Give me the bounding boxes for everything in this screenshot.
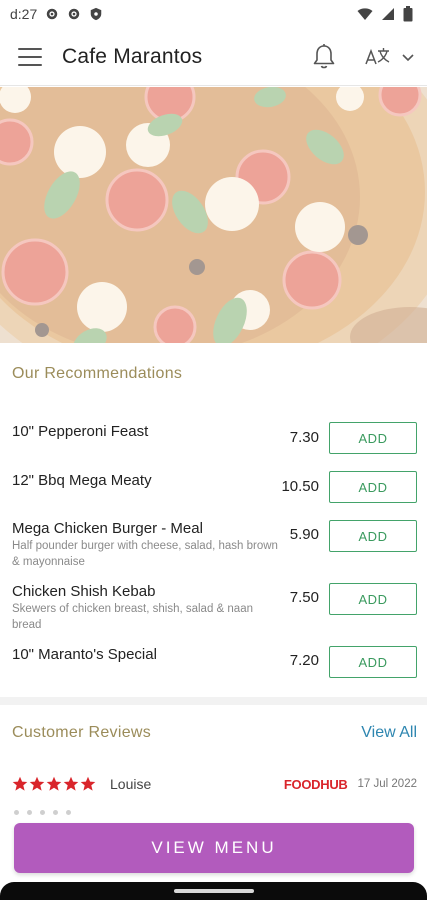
add-button[interactable]: ADD [329,583,417,615]
menu-icon[interactable] [18,47,42,66]
battery-icon [403,6,413,22]
pizza-illustration [0,87,427,343]
foodhub-logo: FOODHUB [283,776,348,792]
item-price: 10.50 [281,478,319,495]
app-title: Cafe Marantos [62,44,203,68]
item-price: 7.20 [289,652,319,669]
system-nav-bar [0,882,427,900]
item-name: Mega Chicken Burger - Meal [12,520,203,537]
star-icon [80,776,96,791]
item-name: Chicken Shish Kebab [12,583,156,600]
chevron-down-icon[interactable] [401,50,415,64]
status-right [357,6,413,22]
item-price: 7.50 [289,589,319,606]
add-button[interactable]: ADD [329,422,417,454]
reviews-title: Customer Reviews [12,724,152,741]
section-divider [0,697,427,705]
view-all-link[interactable]: View All [361,724,417,742]
star-icon [12,776,28,791]
star-icon [46,776,62,791]
item-description: Half pounder burger with cheese, salad, … [12,540,278,568]
add-button[interactable]: ADD [329,471,417,503]
item-name: 10" Maranto's Special [12,646,157,663]
item-description: Skewers of chicken breast, shish, salad … [12,603,253,631]
signal-icon [382,8,394,20]
view-menu-button[interactable]: VIEW MENU [14,823,414,873]
review-item: Louise FOODHUB 17 Jul 2022 [12,772,417,796]
item-price: 5.90 [289,526,319,543]
add-button[interactable]: ADD [329,520,417,552]
reviewer-name: Louise [110,776,152,792]
status-time: d:27 [10,6,38,22]
app-bar-actions [311,43,415,71]
home-gesture-handle[interactable] [174,889,254,893]
next-review-stars [14,810,71,815]
star-icon [63,776,79,791]
item-name: 12" Bbq Mega Meaty [12,472,152,489]
settings-status-icon-2 [69,8,80,20]
item-price: 7.30 [289,429,319,446]
add-button[interactable]: ADD [329,646,417,678]
rating-stars [12,776,96,792]
status-bar: d:27 [0,0,427,28]
language-icon[interactable] [363,45,391,69]
star-icon [29,776,45,791]
hero-pizza-image [0,87,427,343]
settings-status-icon [47,8,58,20]
recommendations-title: Our Recommendations [12,365,183,382]
item-name: 10" Pepperoni Feast [12,423,149,440]
review-date: 17 Jul 2022 [357,778,417,790]
bell-icon[interactable] [311,43,337,71]
shield-status-icon [91,7,102,21]
wifi-icon [357,8,373,20]
app-bar: Cafe Marantos [0,28,427,86]
